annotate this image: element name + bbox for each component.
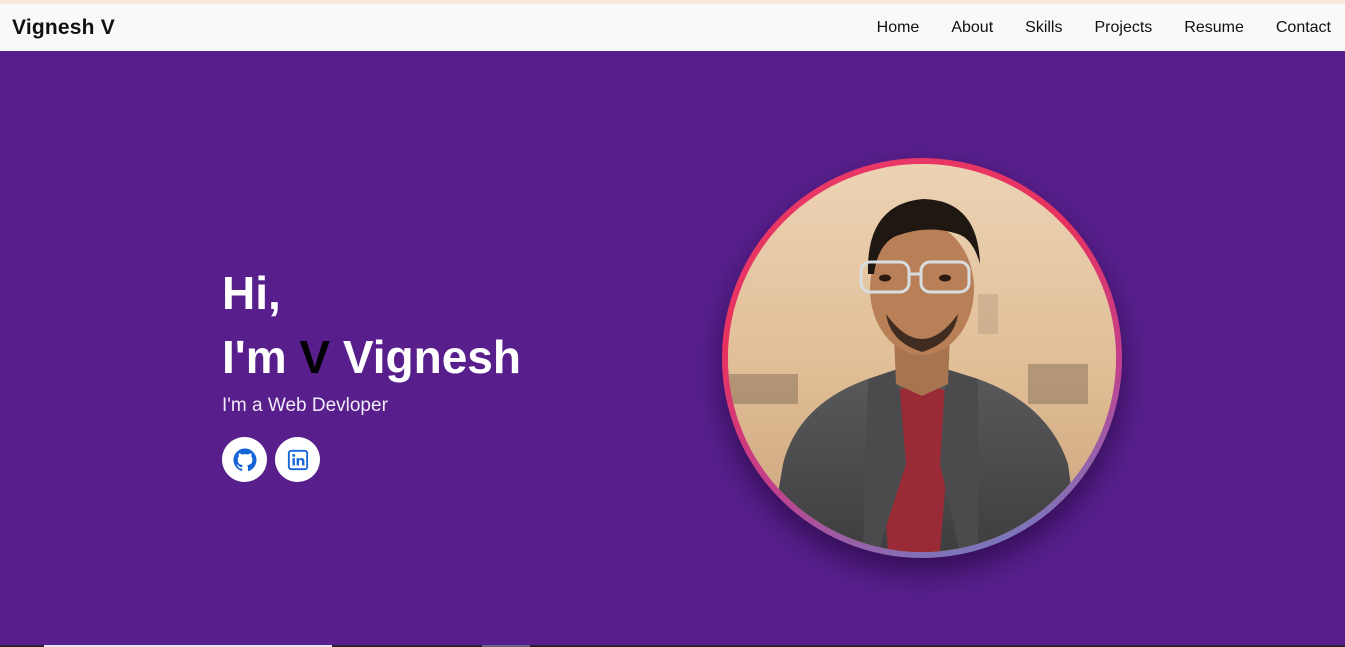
- nav-link-skills[interactable]: Skills: [1025, 19, 1062, 37]
- nav-link-resume[interactable]: Resume: [1184, 19, 1244, 37]
- nav-link-contact[interactable]: Contact: [1276, 19, 1331, 37]
- nav-links: Home About Skills Projects Resume Contac…: [845, 19, 1331, 37]
- hero-tagline: I'm a Web Devloper: [222, 395, 388, 416]
- hero-name-rest: Vignesh: [330, 331, 521, 383]
- nav-link-home[interactable]: Home: [877, 19, 920, 37]
- github-button[interactable]: [222, 437, 267, 482]
- hero-greeting: Hi,: [222, 267, 281, 319]
- profile-portrait: [728, 164, 1116, 552]
- hero-section: Hi, I'm V Vignesh I'm a Web Devloper: [0, 51, 1345, 645]
- brand-logo[interactable]: Vignesh V: [12, 16, 115, 40]
- nav-link-about[interactable]: About: [951, 19, 993, 37]
- navbar: Vignesh V Home About Skills Projects Res…: [0, 4, 1345, 51]
- github-icon: [233, 448, 256, 471]
- hero-name: I'm V Vignesh: [222, 325, 521, 389]
- hero-name-initial: V: [299, 331, 331, 383]
- profile-photo: [728, 164, 1116, 552]
- hero-name-prefix: I'm: [222, 331, 300, 383]
- social-links: [222, 437, 521, 482]
- nav-link-projects[interactable]: Projects: [1094, 19, 1152, 37]
- hero-intro: Hi, I'm V Vignesh I'm a Web Devloper: [222, 261, 521, 482]
- profile-photo-frame: [722, 158, 1122, 558]
- linkedin-icon: [287, 449, 308, 470]
- linkedin-button[interactable]: [275, 437, 320, 482]
